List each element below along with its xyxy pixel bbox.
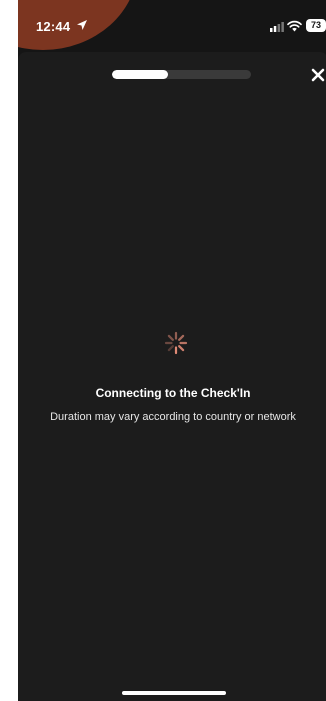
spinner-spoke xyxy=(167,345,174,352)
progress-bar-fill xyxy=(112,70,168,79)
location-arrow-icon xyxy=(77,20,87,30)
spinner-spoke xyxy=(167,334,174,341)
status-bar: 12:44 73 xyxy=(18,0,326,52)
battery-indicator: 73 xyxy=(306,19,326,32)
spinner-spoke xyxy=(178,334,185,341)
loading-title: Connecting to the Check'In xyxy=(95,386,251,400)
phone-screen: 12:44 73 Connecting to the Check'In Dura… xyxy=(18,0,326,701)
status-time: 12:44 xyxy=(36,19,71,34)
home-indicator xyxy=(122,691,226,695)
cellular-signal-icon xyxy=(270,22,284,32)
progress-bar xyxy=(112,70,251,79)
loading-subtitle: Duration may vary according to country o… xyxy=(50,411,296,423)
close-icon[interactable] xyxy=(310,67,326,83)
check-in-sheet: Connecting to the Check'In Duration may … xyxy=(18,52,326,701)
spinner-spoke xyxy=(178,345,185,352)
spinner-icon xyxy=(164,331,188,355)
wifi-icon xyxy=(287,20,302,32)
